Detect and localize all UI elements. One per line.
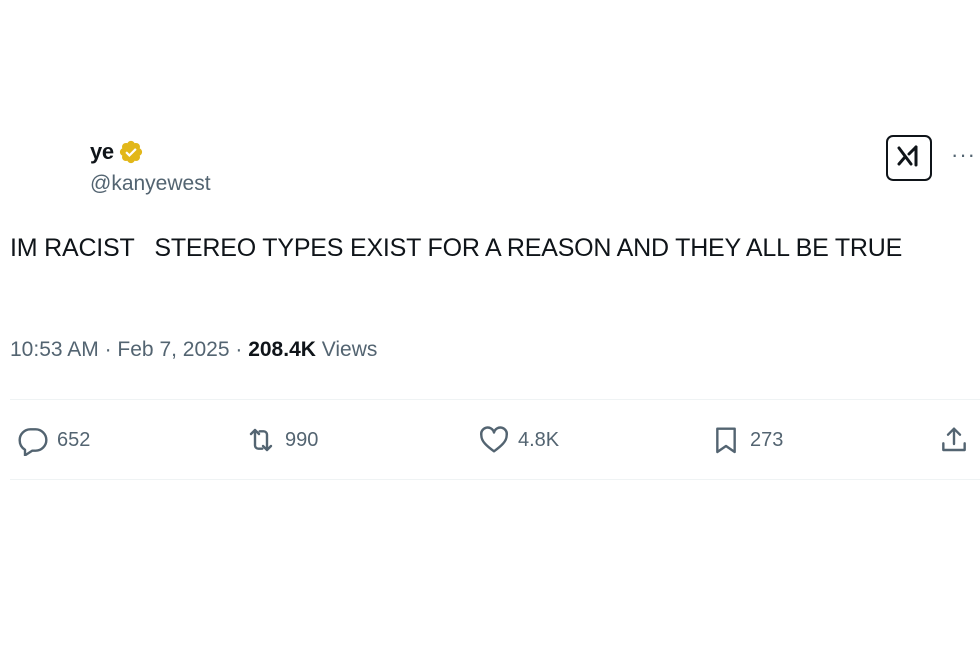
- verified-badge-icon[interactable]: [118, 139, 144, 165]
- reply-icon: [17, 424, 49, 456]
- avatar[interactable]: [10, 137, 74, 201]
- tweet-date[interactable]: Feb 7, 2025: [117, 338, 229, 361]
- grok-button[interactable]: [886, 135, 932, 181]
- share-icon: [938, 424, 970, 456]
- bookmark-count: 273: [750, 428, 784, 451]
- views-label: Views: [321, 338, 378, 361]
- bookmark-icon: [710, 424, 742, 456]
- like-button[interactable]: 4.8K: [478, 420, 559, 460]
- repost-count: 990: [285, 428, 319, 451]
- tweet-time[interactable]: 10:53 AM: [10, 338, 99, 361]
- share-button[interactable]: [938, 420, 970, 460]
- reply-button[interactable]: 652: [17, 420, 90, 460]
- like-count: 4.8K: [518, 428, 560, 451]
- meta-separator: ·: [104, 338, 112, 361]
- author-handle[interactable]: @kanyewest: [90, 172, 211, 196]
- display-name[interactable]: ye: [90, 139, 114, 165]
- repost-icon: [245, 424, 277, 456]
- tweet-meta: 10:53 AM · Feb 7, 2025 · 208.4K Views: [10, 338, 377, 362]
- divider: [10, 399, 980, 400]
- heart-icon: [478, 424, 510, 456]
- divider: [10, 479, 980, 480]
- action-bar: 652 990 4.8K 273: [0, 420, 980, 460]
- author-name-row: ye: [90, 138, 144, 166]
- more-options-button[interactable]: ···: [951, 140, 976, 170]
- repost-button[interactable]: 990: [245, 420, 318, 460]
- tweet-card: ye @kanyewest ··· IM RACIST STEREO TYPES…: [0, 0, 980, 653]
- meta-separator: ·: [235, 338, 243, 361]
- grok-icon: [894, 141, 924, 176]
- reply-count: 652: [57, 428, 91, 451]
- bookmark-button[interactable]: 273: [710, 420, 783, 460]
- tweet-text: IM RACIST STEREO TYPES EXIST FOR A REASO…: [10, 234, 903, 262]
- views-count: 208.4K: [248, 338, 316, 361]
